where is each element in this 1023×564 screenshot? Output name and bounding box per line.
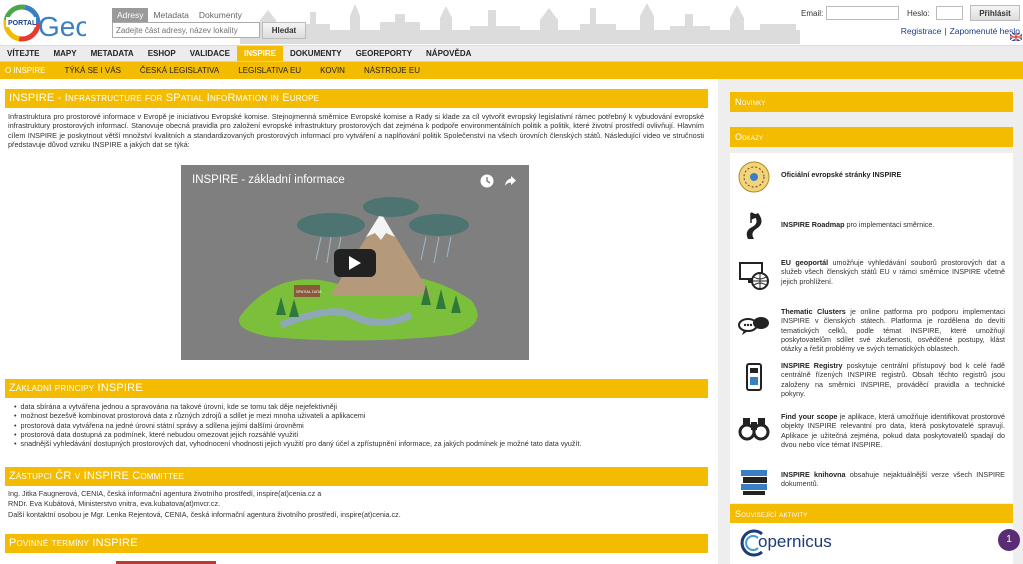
sub-navigation: O INSPIRE Týká se i vás Česká legislativ… xyxy=(0,62,1023,79)
list-item: data sbírána a vytvářena jednou a spravo… xyxy=(14,402,704,411)
books-icon xyxy=(741,470,767,495)
subnav-concerns-you[interactable]: Týká se i vás xyxy=(59,62,125,79)
principles-list: data sbírána a vytvářena jednou a spravo… xyxy=(14,402,704,448)
search-tab-metadata[interactable]: Metadata xyxy=(148,8,193,22)
committee-heading: Zástupci ČR v INSPIRE Committee xyxy=(5,467,708,486)
email-label: Email: xyxy=(801,9,824,18)
nav-help[interactable]: Nápověda xyxy=(419,46,478,61)
roadmap-icon xyxy=(746,212,762,239)
svg-text:SPATIAL DATA: SPATIAL DATA xyxy=(296,290,322,294)
link-text: Oficiální evropské stránky INSPIRE xyxy=(781,170,902,179)
password-label: Heslo: xyxy=(907,9,930,18)
notification-badge[interactable]: 1 xyxy=(998,529,1020,551)
contact-line: RNDr. Eva Kubátová, Ministerstvo vnitra,… xyxy=(8,499,221,509)
list-item: snadnější vyhledávání dostupných prostor… xyxy=(14,439,704,448)
register-link[interactable]: Registrace xyxy=(901,26,942,36)
deadlines-heading: Povinné termíny INSPIRE xyxy=(5,534,708,553)
link-text: INSPIRE knihovna obsahuje nejaktuálnější… xyxy=(781,470,1005,489)
links-panel: Oficiální evropské stránky INSPIRE INSPI… xyxy=(730,153,1013,503)
video-player[interactable]: SPATIAL DATA INSPIRE - základní informac… xyxy=(181,165,529,360)
eu-stars-icon xyxy=(738,161,770,193)
english-flag-icon[interactable] xyxy=(1010,33,1022,41)
site-header: PORTAL Geo Adresy Metadata Dokumenty Hle… xyxy=(0,0,1023,45)
nav-georeports[interactable]: Georeporty xyxy=(349,46,419,61)
play-button[interactable] xyxy=(334,249,376,277)
city-skyline-decoration xyxy=(240,3,800,44)
copernicus-logo: opernicus xyxy=(758,532,832,551)
subnav-eu-legislation[interactable]: Legislativa EU xyxy=(233,62,306,79)
chat-bubbles-icon xyxy=(738,317,769,335)
principles-heading: Základní principy INSPIRE xyxy=(5,379,708,398)
nav-welcome[interactable]: Vítejte xyxy=(0,46,46,61)
share-icon[interactable] xyxy=(504,175,517,187)
search-input[interactable] xyxy=(112,22,260,38)
nav-inspire[interactable]: Inspire xyxy=(237,46,284,61)
subnav-kovin[interactable]: KOVIN xyxy=(315,62,350,79)
link-text: EU geoportál umožňuje vyhledávání soubor… xyxy=(781,258,1005,286)
link-text: Thematic Clusters je online patforma pro… xyxy=(781,307,1006,354)
binoculars-icon xyxy=(738,418,770,441)
nav-documents[interactable]: Dokumenty xyxy=(283,46,349,61)
svg-text:Geo: Geo xyxy=(38,11,86,42)
intro-paragraph: Infrastruktura pro prostorové informace … xyxy=(8,112,704,149)
nav-maps[interactable]: Mapy xyxy=(46,46,83,61)
main-content: INSPIRE - Infrastructure for SPatial Inf… xyxy=(0,79,718,564)
link-separator: | xyxy=(944,26,947,36)
portal-geo-logo[interactable]: PORTAL Geo xyxy=(2,3,86,43)
link-text: Find your scope je aplikace, která umožň… xyxy=(781,412,1005,449)
news-heading[interactable]: Novinky xyxy=(730,92,1013,112)
list-item: prostorová data vytvářena na jedné úrovn… xyxy=(14,421,704,430)
link-text: INSPIRE Roadmap pro implementaci směrnic… xyxy=(781,220,935,229)
account-links: Registrace | Zapomenuté heslo xyxy=(901,26,1020,36)
subnav-eu-tools[interactable]: Nástroje EU xyxy=(359,62,425,79)
nav-metadata[interactable]: Metadata xyxy=(84,46,141,61)
copernicus-panel[interactable]: opernicus xyxy=(730,523,1013,564)
search-tabs: Adresy Metadata Dokumenty xyxy=(112,8,247,22)
search-tab-addresses[interactable]: Adresy xyxy=(112,8,149,22)
video-title: INSPIRE - základní informace xyxy=(192,174,345,186)
links-heading: Odkazy xyxy=(730,127,1013,147)
intro-heading: INSPIRE - Infrastructure for SPatial Inf… xyxy=(5,89,708,108)
nav-validation[interactable]: Validace xyxy=(183,46,237,61)
watch-later-icon[interactable] xyxy=(480,174,494,188)
subnav-czech-legislation[interactable]: Česká legislativa xyxy=(135,62,224,79)
password-field[interactable] xyxy=(936,6,963,20)
related-activities-heading: Související aktivity xyxy=(730,504,1013,524)
subnav-about-inspire[interactable]: O INSPIRE xyxy=(0,62,50,79)
contact-line: Ing. Jitka Faugnerová, CENIA, česká info… xyxy=(8,489,322,498)
list-item: možnost bezešvě kombinovat prostorová da… xyxy=(14,411,704,420)
search-button[interactable]: Hledat xyxy=(262,22,306,39)
nav-eshop[interactable]: Eshop xyxy=(141,46,183,61)
list-item: prostorová data dostupná za podmínek, kt… xyxy=(14,430,704,439)
search-tab-documents[interactable]: Dokumenty xyxy=(194,8,247,22)
sidebar: Novinky Odkazy Oficiální evropské stránk… xyxy=(718,79,1023,564)
play-icon xyxy=(349,256,361,270)
main-navigation: Vítejte Mapy Metadata Eshop Validace Ins… xyxy=(0,45,1023,62)
svg-text:PORTAL: PORTAL xyxy=(8,20,37,27)
globe-monitor-icon xyxy=(739,262,769,290)
link-text: INSPIRE Registry poskytuje centrální pří… xyxy=(781,361,1005,398)
contact-line: Další kontaktní osobou je Mgr. Lenka Rej… xyxy=(8,509,401,519)
committee-contacts: Ing. Jitka Faugnerová, CENIA, česká info… xyxy=(8,489,698,520)
login-button[interactable]: Přihlásit xyxy=(970,5,1020,21)
registry-icon xyxy=(746,363,762,391)
email-field[interactable] xyxy=(826,6,899,20)
